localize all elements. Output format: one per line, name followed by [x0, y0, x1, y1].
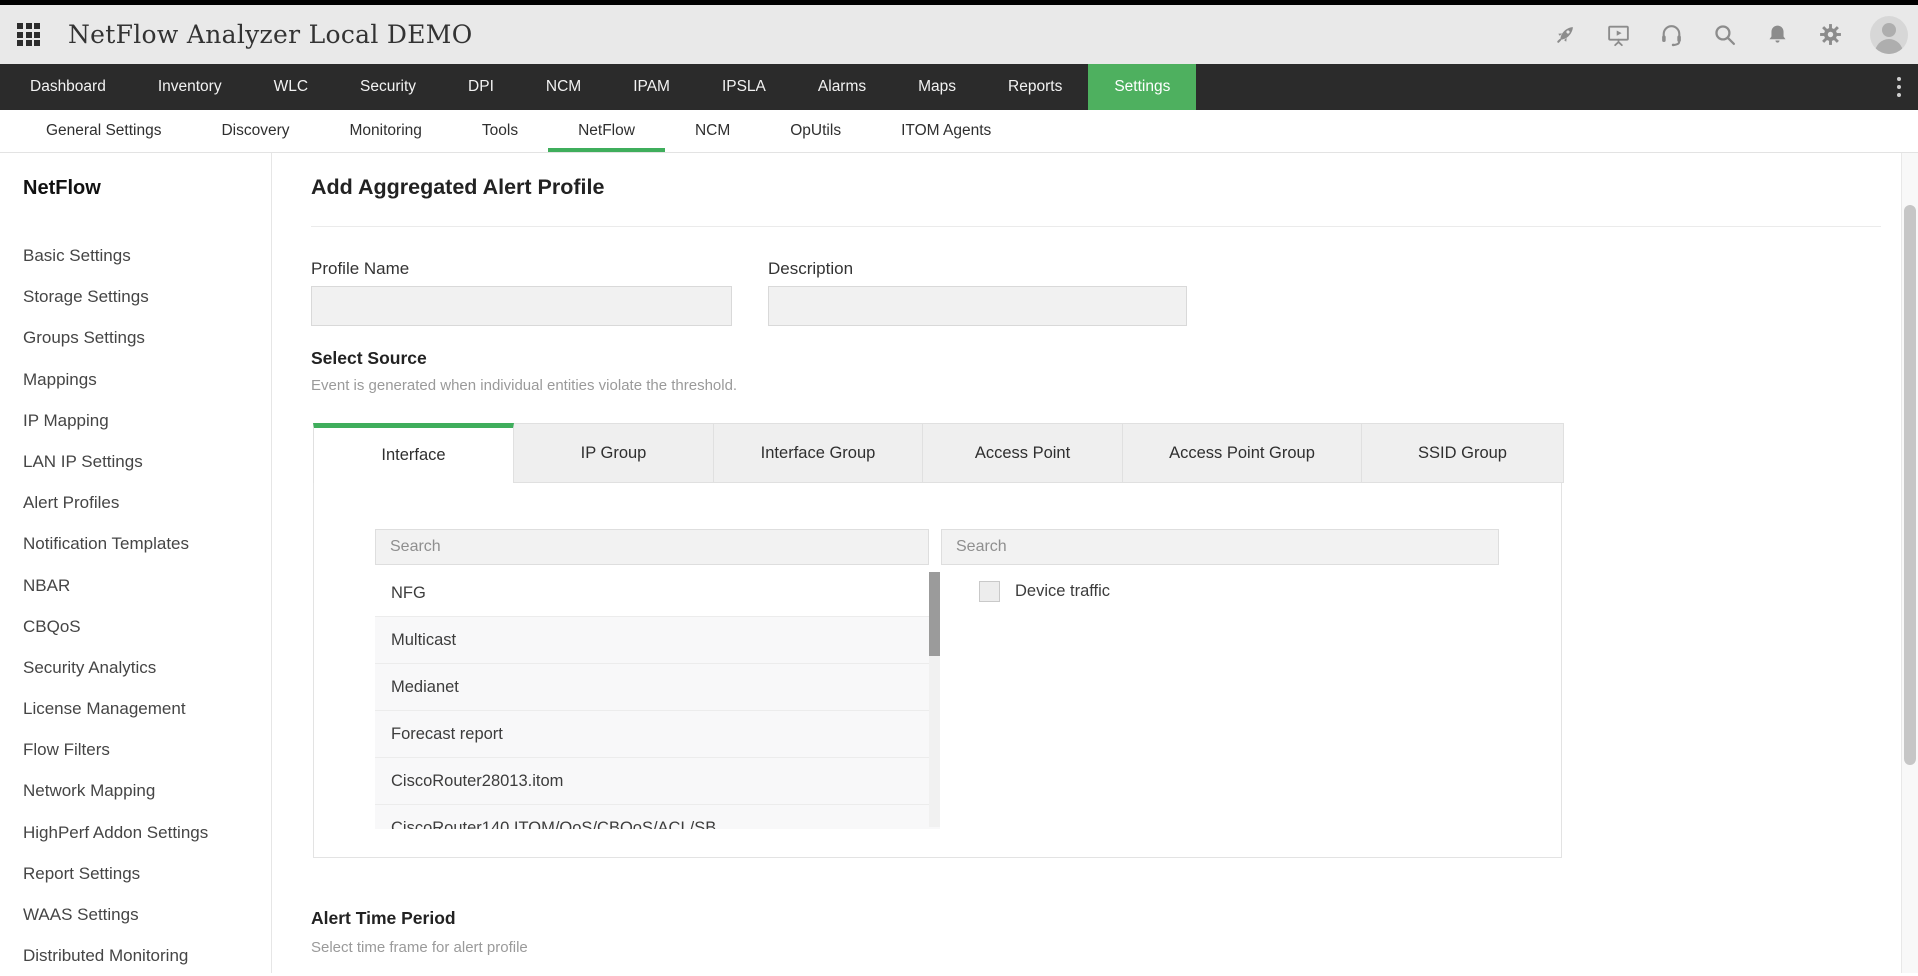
nav-item-reports[interactable]: Reports	[982, 64, 1088, 110]
page-title: Add Aggregated Alert Profile	[311, 175, 605, 199]
subnav-item-tools[interactable]: Tools	[452, 110, 548, 152]
main-nav: Dashboard Inventory WLC Security DPI NCM…	[0, 64, 1918, 110]
sidebar-item-security-analytics[interactable]: Security Analytics	[0, 647, 271, 688]
apps-grid-icon[interactable]	[17, 23, 40, 46]
tab-access-point[interactable]: Access Point	[923, 423, 1123, 483]
nav-overflow-menu-button[interactable]	[1886, 64, 1912, 110]
sidebar-title: NetFlow	[23, 177, 101, 199]
tab-interface[interactable]: Interface	[313, 423, 514, 483]
sidebar-item-report-settings[interactable]: Report Settings	[0, 853, 271, 894]
netflow-settings-sidebar: NetFlow Basic Settings Storage Settings …	[0, 153, 272, 973]
nav-item-dashboard[interactable]: Dashboard	[4, 64, 132, 110]
gear-icon[interactable]	[1817, 22, 1843, 48]
interface-list-item[interactable]: Forecast report	[375, 711, 940, 758]
app-title: NetFlow Analyzer Local DEMO	[68, 20, 473, 49]
page-scrollbar[interactable]	[1901, 153, 1918, 973]
source-type-tabs: Interface IP Group Interface Group Acces…	[313, 423, 1564, 483]
nav-item-ncm[interactable]: NCM	[520, 64, 607, 110]
alert-time-period-heading: Alert Time Period	[311, 908, 456, 928]
nav-item-ipsla[interactable]: IPSLA	[696, 64, 792, 110]
nav-item-settings[interactable]: Settings	[1088, 64, 1197, 110]
selected-search-input[interactable]	[941, 529, 1499, 565]
device-traffic-option: Device traffic	[979, 581, 1110, 602]
profile-name-input[interactable]	[311, 286, 732, 326]
headset-icon[interactable]	[1658, 22, 1684, 48]
sidebar-item-network-mapping[interactable]: Network Mapping	[0, 770, 271, 811]
netflow-analyzer-app: NetFlow Analyzer Local DEMO Dashboard In…	[0, 0, 1918, 973]
nav-item-wlc[interactable]: WLC	[248, 64, 334, 110]
sidebar-item-storage-settings[interactable]: Storage Settings	[0, 276, 271, 317]
nav-item-inventory[interactable]: Inventory	[132, 64, 248, 110]
sidebar-menu: Basic Settings Storage Settings Groups S…	[0, 235, 271, 976]
sidebar-item-groups-settings[interactable]: Groups Settings	[0, 317, 271, 358]
subnav-item-ncm[interactable]: NCM	[665, 110, 760, 152]
avatar-body	[1875, 38, 1903, 54]
sidebar-item-notification-templates[interactable]: Notification Templates	[0, 523, 271, 564]
subnav-item-general-settings[interactable]: General Settings	[16, 110, 191, 152]
tab-interface-group[interactable]: Interface Group	[714, 423, 923, 483]
interface-list-item[interactable]: NFG	[375, 570, 940, 617]
device-traffic-label: Device traffic	[1015, 582, 1111, 600]
tab-access-point-group[interactable]: Access Point Group	[1123, 423, 1362, 483]
tab-ip-group[interactable]: IP Group	[514, 423, 714, 483]
settings-sub-nav: General Settings Discovery Monitoring To…	[0, 110, 1918, 153]
subnav-item-netflow[interactable]: NetFlow	[548, 110, 665, 152]
profile-name-label: Profile Name	[311, 259, 410, 278]
sidebar-item-mappings[interactable]: Mappings	[0, 359, 271, 400]
sidebar-item-flow-filters[interactable]: Flow Filters	[0, 729, 271, 770]
interface-search-input[interactable]	[375, 529, 929, 565]
interface-list-item[interactable]: CiscoRouter140.ITOM/QoS/CBQoS/ACL/SB	[375, 805, 940, 829]
sidebar-item-basic-settings[interactable]: Basic Settings	[0, 235, 271, 276]
search-icon[interactable]	[1711, 22, 1737, 48]
nav-item-alarms[interactable]: Alarms	[792, 64, 892, 110]
sidebar-item-alert-profiles[interactable]: Alert Profiles	[0, 482, 271, 523]
avatar-head	[1882, 22, 1896, 37]
source-selection-panel: Interface IP Group Interface Group Acces…	[313, 423, 1564, 858]
sidebar-item-highperf-addon-settings[interactable]: HighPerf Addon Settings	[0, 812, 271, 853]
title-divider	[311, 226, 1881, 227]
interface-list-item[interactable]: CiscoRouter28013.itom	[375, 758, 940, 805]
select-source-heading: Select Source	[311, 348, 427, 368]
subnav-item-itom-agents[interactable]: ITOM Agents	[871, 110, 1021, 152]
main-content: Add Aggregated Alert Profile Profile Nam…	[273, 153, 1918, 973]
sidebar-item-license-management[interactable]: License Management	[0, 688, 271, 729]
subnav-item-monitoring[interactable]: Monitoring	[320, 110, 452, 152]
interface-list-scrollbar-thumb[interactable]	[929, 572, 940, 656]
subnav-item-oputils[interactable]: OpUtils	[760, 110, 871, 152]
header-icon-bar	[1552, 5, 1908, 64]
app-header: NetFlow Analyzer Local DEMO	[0, 5, 1918, 64]
nav-item-maps[interactable]: Maps	[892, 64, 982, 110]
description-input[interactable]	[768, 286, 1187, 326]
nav-item-security[interactable]: Security	[334, 64, 442, 110]
rocket-icon[interactable]	[1552, 22, 1578, 48]
demo-player-icon[interactable]	[1605, 22, 1631, 48]
interface-list-item[interactable]: Medianet	[375, 664, 940, 711]
sidebar-item-waas-settings[interactable]: WAAS Settings	[0, 894, 271, 935]
nav-item-ipam[interactable]: IPAM	[607, 64, 696, 110]
bell-icon[interactable]	[1764, 22, 1790, 48]
device-traffic-checkbox[interactable]	[979, 581, 1000, 602]
page-scrollbar-thumb[interactable]	[1904, 205, 1916, 765]
sidebar-item-cbqos[interactable]: CBQoS	[0, 606, 271, 647]
subnav-item-discovery[interactable]: Discovery	[191, 110, 319, 152]
sidebar-item-ip-mapping[interactable]: IP Mapping	[0, 400, 271, 441]
description-label: Description	[768, 259, 854, 278]
sidebar-item-distributed-monitoring[interactable]: Distributed Monitoring	[0, 935, 271, 976]
interface-list-scrollbar[interactable]	[929, 572, 940, 827]
sidebar-item-lan-ip-settings[interactable]: LAN IP Settings	[0, 441, 271, 482]
nav-item-dpi[interactable]: DPI	[442, 64, 520, 110]
sidebar-item-nbar[interactable]: NBAR	[0, 565, 271, 606]
select-source-subtitle: Event is generated when individual entit…	[311, 377, 738, 394]
interface-list-item[interactable]: Multicast	[375, 617, 940, 664]
user-avatar[interactable]	[1870, 15, 1908, 54]
alert-time-period-subtitle: Select time frame for alert profile	[311, 939, 528, 956]
interface-list: NFG Multicast Medianet Forecast report C…	[375, 570, 940, 829]
tab-ssid-group[interactable]: SSID Group	[1362, 423, 1564, 483]
